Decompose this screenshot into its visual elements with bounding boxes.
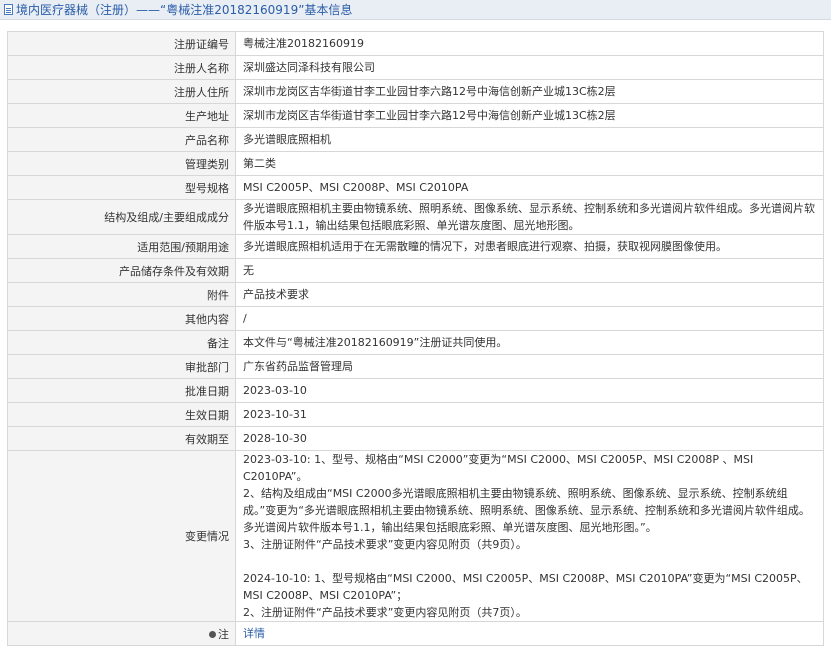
row-label: 附件 <box>7 282 236 307</box>
row-label: 注册人名称 <box>7 55 236 80</box>
row-value: 广东省药品监督管理局 <box>235 354 824 379</box>
table-row: 批准日期 2023-03-10 <box>7 378 824 403</box>
info-table: 注册证编号 粤械注准20182160919 注册人名称 深圳盛达同泽科技有限公司… <box>7 31 824 646</box>
table-row: 有效期至 2028-10-30 <box>7 426 824 451</box>
row-value: 无 <box>235 258 824 283</box>
table-row: 生效日期 2023-10-31 <box>7 402 824 427</box>
table-row: 产品储存条件及有效期 无 <box>7 258 824 283</box>
row-label: 变更情况 <box>7 450 236 622</box>
row-label: 适用范围/预期用途 <box>7 234 236 259</box>
row-label: 型号规格 <box>7 175 236 200</box>
table-row: 结构及组成/主要组成成分 多光谱眼底照相机主要由物镜系统、照明系统、图像系统、显… <box>7 199 824 235</box>
row-label: 管理类别 <box>7 151 236 176</box>
row-label: 生产地址 <box>7 103 236 128</box>
table-row: 注册证编号 粤械注准20182160919 <box>7 31 824 56</box>
table-row-note: 注 详情 <box>7 621 824 646</box>
page-title-bar: 境内医疗器械（注册）——“粤械注准20182160919”基本信息 <box>0 0 831 20</box>
row-value: 多光谱眼底照相机 <box>235 127 824 152</box>
table-row-changes: 变更情况 2023-03-10: 1、型号、规格由“MSI C2000”变更为“… <box>7 450 824 622</box>
row-label: 产品名称 <box>7 127 236 152</box>
table-row: 其他内容 / <box>7 306 824 331</box>
change-line: 3、注册证附件“产品技术要求”变更内容见附页（共9页）。 <box>243 538 527 551</box>
row-value: 产品技术要求 <box>235 282 824 307</box>
row-value: 第二类 <box>235 151 824 176</box>
note-icon <box>209 631 216 638</box>
change-line: 2、结构及组成由“MSI C2000多光谱眼底照相机主要由物镜系统、照明系统、图… <box>243 487 810 534</box>
table-row: 型号规格 MSI C2005P、MSI C2008P、MSI C2010PA <box>7 175 824 200</box>
table-row: 附件 产品技术要求 <box>7 282 824 307</box>
row-label: 注册人住所 <box>7 79 236 104</box>
row-value: 本文件与“粤械注准20182160919”注册证共同使用。 <box>235 330 824 355</box>
row-value: 深圳市龙岗区吉华街道甘李工业园甘李六路12号中海信创新产业城13C栋2层 <box>235 79 824 104</box>
change-line: 2024-10-10: 1、型号规格由“MSI C2000、MSI C2005P… <box>243 572 808 602</box>
table-row: 审批部门 广东省药品监督管理局 <box>7 354 824 379</box>
row-value: 2028-10-30 <box>235 426 824 451</box>
detail-link[interactable]: 详情 <box>243 627 265 640</box>
table-row: 适用范围/预期用途 多光谱眼底照相机适用于在无需散瞳的情况下，对患者眼底进行观察… <box>7 234 824 259</box>
row-label: 产品储存条件及有效期 <box>7 258 236 283</box>
row-value: 详情 <box>235 621 824 646</box>
row-value: 深圳市龙岗区吉华街道甘李工业园甘李六路12号中海信创新产业城13C栋2层 <box>235 103 824 128</box>
row-label: 结构及组成/主要组成成分 <box>7 199 236 235</box>
row-label: 其他内容 <box>7 306 236 331</box>
row-label: 注册证编号 <box>7 31 236 56</box>
note-label-cell: 注 <box>7 621 236 646</box>
table-row: 备注 本文件与“粤械注准20182160919”注册证共同使用。 <box>7 330 824 355</box>
row-label: 生效日期 <box>7 402 236 427</box>
change-line: 2023-03-10: 1、型号、规格由“MSI C2000”变更为“MSI C… <box>243 453 754 483</box>
table-row: 管理类别 第二类 <box>7 151 824 176</box>
row-value: MSI C2005P、MSI C2008P、MSI C2010PA <box>235 175 824 200</box>
page-title: 境内医疗器械（注册）——“粤械注准20182160919”基本信息 <box>16 3 353 17</box>
row-value: / <box>235 306 824 331</box>
table-row: 产品名称 多光谱眼底照相机 <box>7 127 824 152</box>
row-value: 2023-03-10 <box>235 378 824 403</box>
row-value: 2023-10-31 <box>235 402 824 427</box>
document-icon <box>4 4 13 15</box>
row-value: 粤械注准20182160919 <box>235 31 824 56</box>
table-row: 注册人住所 深圳市龙岗区吉华街道甘李工业园甘李六路12号中海信创新产业城13C栋… <box>7 79 824 104</box>
change-line: 2、注册证附件“产品技术要求”变更内容见附页（共7页）。 <box>243 606 527 619</box>
row-label: 注 <box>218 627 229 641</box>
row-label: 批准日期 <box>7 378 236 403</box>
table-row: 生产地址 深圳市龙岗区吉华街道甘李工业园甘李六路12号中海信创新产业城13C栋2… <box>7 103 824 128</box>
table-row: 注册人名称 深圳盛达同泽科技有限公司 <box>7 55 824 80</box>
row-value: 多光谱眼底照相机适用于在无需散瞳的情况下，对患者眼底进行观察、拍摄，获取视网膜图… <box>235 234 824 259</box>
row-label: 备注 <box>7 330 236 355</box>
row-value: 深圳盛达同泽科技有限公司 <box>235 55 824 80</box>
row-label: 审批部门 <box>7 354 236 379</box>
changes-content: 2023-03-10: 1、型号、规格由“MSI C2000”变更为“MSI C… <box>235 450 824 622</box>
row-value: 多光谱眼底照相机主要由物镜系统、照明系统、图像系统、显示系统、控制系统和多光谱阅… <box>235 199 824 235</box>
row-label: 有效期至 <box>7 426 236 451</box>
